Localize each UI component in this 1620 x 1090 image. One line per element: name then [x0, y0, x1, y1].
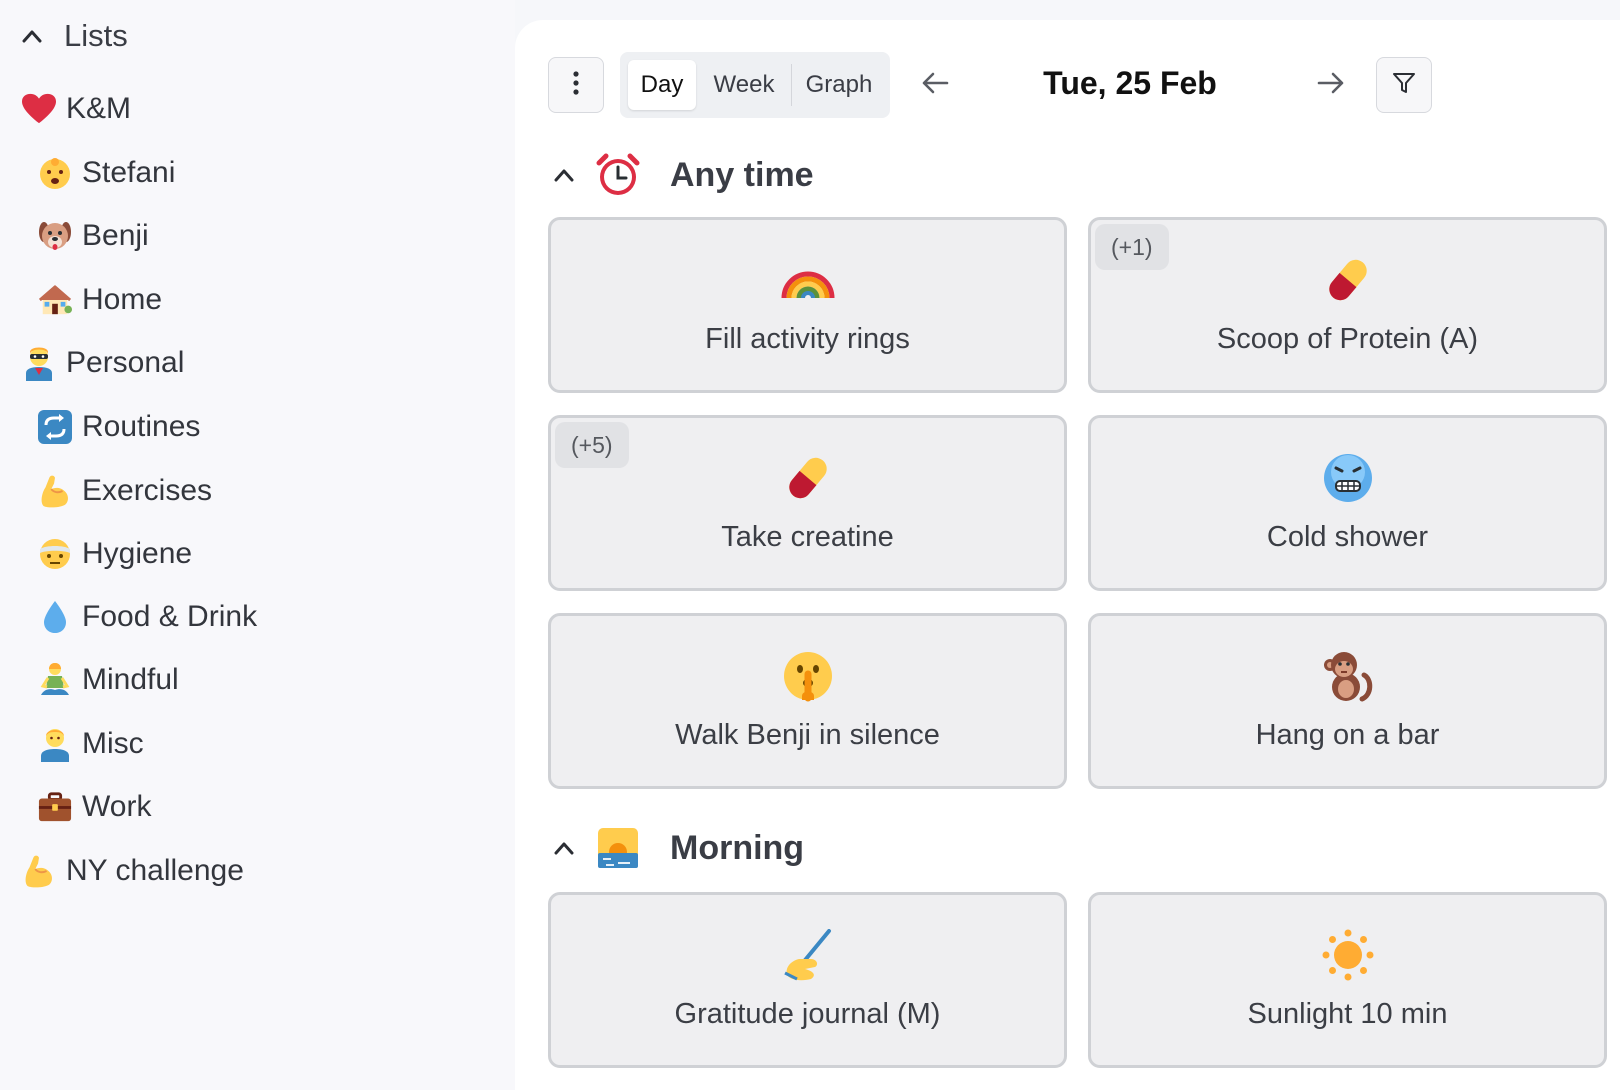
writing-hand-icon [780, 927, 836, 983]
card-label: Take creatine [721, 521, 894, 553]
sun-icon [1320, 927, 1376, 983]
briefcase-icon [38, 788, 72, 826]
count-badge: (+5) [555, 422, 629, 468]
current-date: Tue, 25 Feb [1043, 65, 1217, 101]
cold-face-icon [1320, 450, 1376, 506]
sidebar-item-exercises[interactable]: Exercises [38, 464, 212, 518]
flexed-biceps-icon [22, 852, 56, 890]
repeat-icon [38, 408, 72, 446]
card-label: Walk Benji in silence [675, 719, 940, 751]
count-badge: (+1) [1095, 224, 1169, 270]
person-icon [38, 725, 72, 763]
sidebar-item-label: K&M [66, 92, 132, 125]
sidebar-item-label: Home [82, 283, 163, 316]
tab-day[interactable]: Day [628, 60, 696, 110]
sidebar-item-ny-challenge[interactable]: NY challenge [22, 844, 244, 898]
lotus-position-icon [38, 661, 72, 699]
chevron-up-icon [552, 163, 576, 187]
baby-icon [38, 154, 72, 192]
arrow-left-icon [921, 72, 949, 99]
next-day-button[interactable] [1308, 62, 1354, 108]
sidebar-item-misc[interactable]: Misc [38, 717, 144, 771]
sidebar-item-label: Routines [82, 410, 201, 443]
sidebar-item-label: NY challenge [66, 854, 244, 887]
section-any-time-toggle[interactable]: Any time [552, 147, 814, 203]
card-label: Gratitude journal (M) [674, 998, 941, 1030]
tab-graph[interactable]: Graph [794, 60, 884, 110]
sidebar-item-stefani[interactable]: Stefani [38, 146, 175, 200]
sidebar-item-k-and-m[interactable]: K&M [22, 82, 131, 136]
heart-icon [22, 90, 56, 128]
vertical-ellipsis-icon [572, 70, 580, 101]
pill-icon [780, 450, 836, 506]
arrow-right-icon [1317, 72, 1345, 99]
card-label: Scoop of Protein (A) [1216, 323, 1479, 355]
card-label: Hang on a bar [1255, 719, 1440, 751]
section-morning-toggle[interactable]: Morning [552, 820, 804, 876]
sunrise-icon [596, 826, 640, 870]
sidebar-item-label: Hygiene [82, 537, 193, 570]
section-title: Morning [670, 828, 805, 867]
filter-icon [1392, 71, 1416, 100]
sidebar-item-label: Misc [82, 727, 144, 760]
sidebar-item-label: Personal [66, 346, 185, 379]
card-label: Cold shower [1266, 521, 1429, 553]
section-title: Any time [670, 155, 814, 194]
card-label: Sunlight 10 min [1247, 998, 1448, 1030]
habit-card-gratitude-journal[interactable]: Gratitude journal (M) [548, 892, 1067, 1068]
sidebar-item-routines[interactable]: Routines [38, 400, 200, 454]
sidebar-item-home[interactable]: Home [38, 273, 162, 327]
face-with-bandage-icon [38, 535, 72, 573]
app-window: Lists K&M Stefani Benji Home Personal Ro… [0, 0, 1620, 1090]
habit-card-scoop-of-protein[interactable]: (+1) Scoop of Protein (A) [1088, 217, 1607, 393]
view-switcher: Day Week Graph [620, 52, 890, 118]
card-label: Fill activity rings [705, 323, 910, 355]
habit-card-sunlight-10-min[interactable]: Sunlight 10 min [1088, 892, 1607, 1068]
flexed-biceps-icon [38, 472, 72, 510]
sidebar-item-food-and-drink[interactable]: Food & Drink [38, 590, 257, 644]
habit-card-cold-shower[interactable]: Cold shower [1088, 415, 1607, 591]
sidebar: Lists K&M Stefani Benji Home Personal Ro… [0, 0, 515, 1090]
previous-day-button[interactable] [912, 62, 958, 108]
sidebar-item-personal[interactable]: Personal [22, 336, 184, 390]
sidebar-item-label: Exercises [82, 474, 213, 507]
sidebar-item-label: Food & Drink [82, 600, 258, 633]
sidebar-item-label: Stefani [82, 156, 176, 189]
habit-card-fill-activity-rings[interactable]: Fill activity rings [548, 217, 1067, 393]
sidebar-item-label: Work [82, 790, 152, 823]
habit-card-take-creatine[interactable]: (+5) Take creatine [548, 415, 1067, 591]
shushing-face-icon [780, 648, 836, 704]
dog-face-icon [38, 217, 72, 255]
droplet-icon [38, 598, 72, 636]
sidebar-item-mindful[interactable]: Mindful [38, 653, 179, 707]
filter-button[interactable] [1376, 57, 1432, 113]
sidebar-item-hygiene[interactable]: Hygiene [38, 527, 192, 581]
sidebar-item-label: Benji [82, 219, 149, 252]
chevron-up-icon [552, 836, 576, 860]
chevron-up-icon [22, 26, 42, 46]
house-icon [38, 281, 72, 319]
habit-card-hang-on-a-bar[interactable]: Hang on a bar [1088, 613, 1607, 789]
tab-divider [791, 64, 792, 106]
lists-collapse-toggle[interactable]: Lists [22, 14, 128, 58]
lists-heading: Lists [64, 18, 128, 53]
sidebar-item-label: Mindful [82, 663, 179, 696]
alarm-clock-icon [596, 153, 640, 197]
sidebar-item-work[interactable]: Work [38, 780, 151, 834]
rainbow-icon [780, 252, 836, 308]
sidebar-item-benji[interactable]: Benji [38, 209, 149, 263]
tab-week[interactable]: Week [700, 60, 788, 110]
more-options-button[interactable] [548, 57, 604, 113]
superhero-icon [22, 344, 56, 382]
pill-icon [1320, 252, 1376, 308]
habit-card-walk-benji-in-silence[interactable]: Walk Benji in silence [548, 613, 1067, 789]
monkey-icon [1320, 648, 1376, 704]
top-strip [515, 0, 1620, 20]
